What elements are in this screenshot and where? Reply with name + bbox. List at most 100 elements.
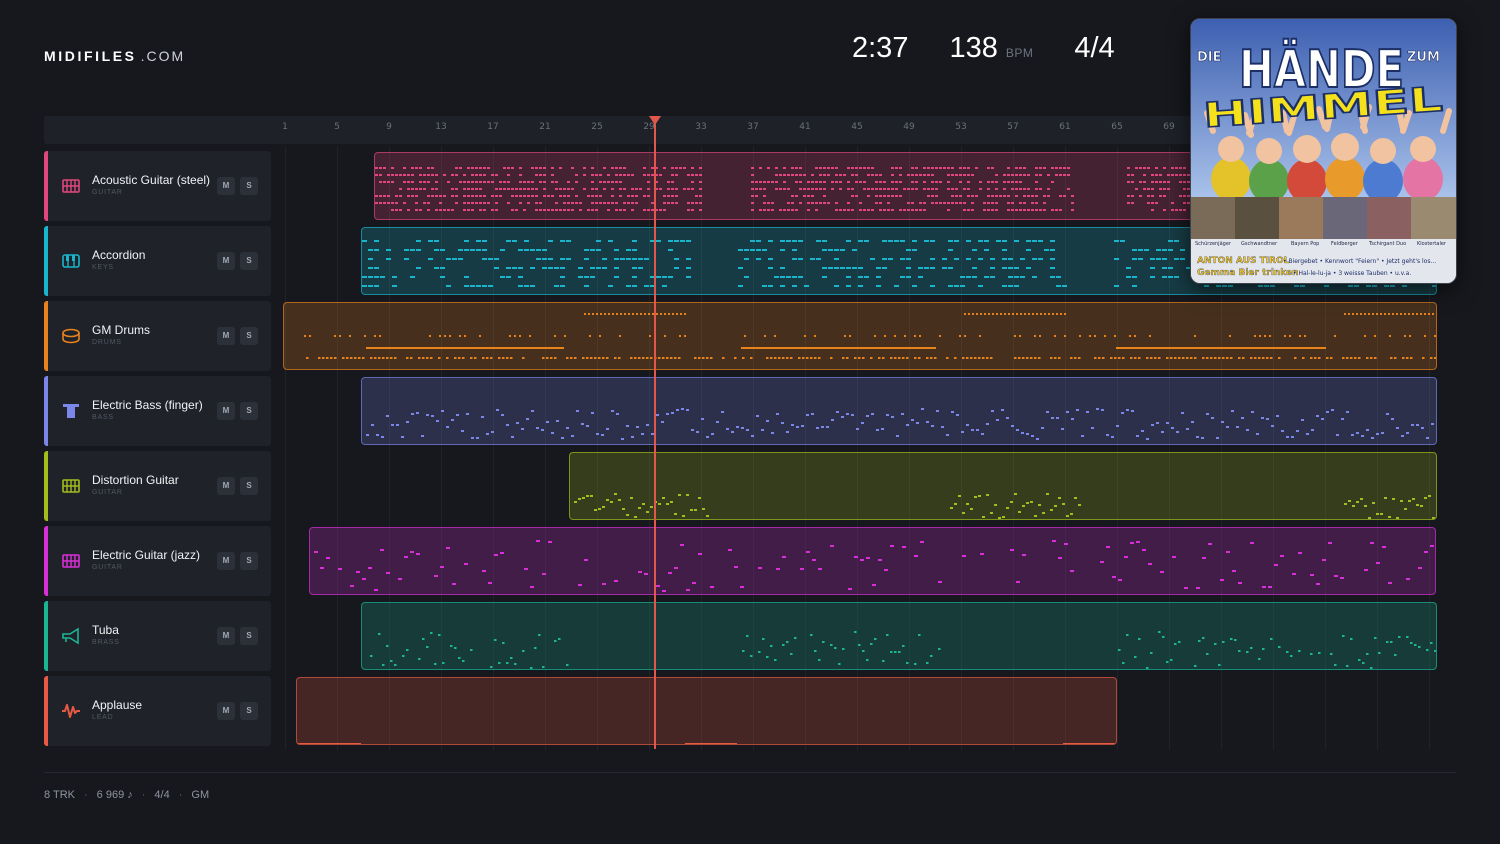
ruler-tick: 33 [695, 122, 707, 132]
mute-button[interactable]: M [217, 402, 235, 420]
midi-notes [366, 408, 1434, 440]
track-header[interactable]: GM Drums DRUMS M S [44, 301, 271, 371]
track-color-bar [44, 451, 48, 521]
grid-line [285, 146, 286, 750]
track-header[interactable]: Distortion Guitar GUITAR M S [44, 451, 271, 521]
status-bar: 8 TRK · 6 969 ♪ · 4/4 · GM [44, 789, 209, 801]
track-color-bar [44, 526, 48, 596]
ruler-tick: 49 [903, 122, 915, 132]
footer-signature: 4/4 [154, 789, 170, 801]
footer-divider [44, 772, 1456, 773]
cover-tagline-rest-1: • Biergebet • Kennwort "Feiern" • Jetzt … [1283, 258, 1436, 265]
track-color-bar [44, 301, 48, 371]
ruler-tick: 1 [282, 122, 288, 132]
bpm-value: 138 [949, 32, 998, 64]
mute-button[interactable]: M [217, 702, 235, 720]
tempo-display: 138 BPM [949, 32, 1033, 65]
ruler-tick: 25 [591, 122, 603, 132]
track-header[interactable]: Acoustic Guitar (steel) GUITAR M S [44, 151, 271, 221]
artist-name: Schürzenjäger [1195, 241, 1232, 247]
note-count: 6 969 ♪ [96, 789, 133, 801]
artist-name: Klostertaler [1417, 241, 1447, 247]
keys-icon [61, 251, 81, 271]
midi-standard: GM [191, 789, 210, 801]
brand-logo: MIDIFILES .COM [44, 48, 185, 64]
guitar-icon [61, 176, 81, 196]
track-header[interactable]: Tuba BRASS M S [44, 601, 271, 671]
ruler-tick: 9 [386, 122, 392, 132]
transport-display: 2:37 138 BPM 4/4 [852, 32, 1115, 65]
mute-button[interactable]: M [217, 177, 235, 195]
playhead[interactable] [654, 116, 656, 749]
ruler-tick: 61 [1059, 122, 1071, 132]
track-color-bar [44, 226, 48, 296]
track-header[interactable]: Electric Bass (finger) BASS M S [44, 376, 271, 446]
track-name: Acoustic Guitar (steel) [92, 173, 211, 187]
midi-notes [297, 743, 1115, 744]
guitar-icon [61, 476, 81, 496]
bass-icon [61, 401, 81, 421]
guitar-icon [61, 551, 81, 571]
brass-icon [61, 626, 81, 646]
track-header[interactable]: Electric Guitar (jazz) GUITAR M S [44, 526, 271, 596]
track-category: GUITAR [92, 189, 123, 196]
track-name: Tuba [92, 623, 119, 637]
artist-name: Feldberger [1331, 241, 1359, 247]
solo-button[interactable]: S [240, 327, 258, 345]
track-category: LEAD [92, 714, 114, 721]
track-color-bar [44, 376, 48, 446]
track-clip[interactable] [361, 377, 1437, 445]
track-color-bar [44, 151, 48, 221]
track-clip[interactable] [283, 302, 1437, 370]
track-header[interactable]: Applause LEAD M S [44, 676, 271, 746]
wave-icon [61, 701, 81, 721]
mute-button[interactable]: M [217, 627, 235, 645]
midi-notes [304, 313, 1436, 359]
solo-button[interactable]: S [240, 627, 258, 645]
track-category: KEYS [92, 264, 114, 271]
ruler-tick: 41 [799, 122, 811, 132]
cover-title-zum: ZUM [1407, 50, 1440, 65]
track-category: GUITAR [92, 564, 123, 571]
track-color-bar [44, 601, 48, 671]
midi-notes [370, 631, 1436, 669]
ruler-tick: 37 [747, 122, 759, 132]
drum-icon [61, 326, 81, 346]
solo-button[interactable]: S [240, 702, 258, 720]
artist-photos [1191, 197, 1456, 239]
track-name: Electric Bass (finger) [92, 398, 203, 412]
grid-line [337, 146, 338, 750]
time-signature: 4/4 [1074, 32, 1115, 64]
cover-tagline-rest-2: • Hal-le-lu-ja • 3 weisse Tauben • u.v.a… [1293, 270, 1411, 277]
ruler-tick: 17 [487, 122, 499, 132]
cover-tagline-lead-1: ANTON AUS TIROL [1197, 256, 1290, 266]
artist-name: Tschirgant Duo [1368, 241, 1406, 247]
mute-button[interactable]: M [217, 327, 235, 345]
mute-button[interactable]: M [217, 552, 235, 570]
solo-button[interactable]: S [240, 252, 258, 270]
track-clip[interactable] [296, 677, 1117, 745]
solo-button[interactable]: S [240, 177, 258, 195]
bpm-unit: BPM [1005, 46, 1034, 60]
ruler-tick: 53 [955, 122, 967, 132]
solo-button[interactable]: S [240, 552, 258, 570]
track-category: DRUMS [92, 339, 122, 346]
midi-notes [574, 493, 1435, 519]
track-name: GM Drums [92, 323, 150, 337]
track-clip[interactable] [309, 527, 1436, 595]
solo-button[interactable]: S [240, 402, 258, 420]
cover-tagline-lead-2: Gemma Bier trinken [1197, 268, 1299, 278]
ruler-tick: 5 [334, 122, 340, 132]
track-header[interactable]: Accordion KEYS M S [44, 226, 271, 296]
separator: · [141, 789, 146, 801]
track-color-bar [44, 676, 48, 746]
mute-button[interactable]: M [217, 477, 235, 495]
track-name: Accordion [92, 248, 146, 262]
solo-button[interactable]: S [240, 477, 258, 495]
ruler-tick: 69 [1163, 122, 1175, 132]
track-clip[interactable] [361, 602, 1437, 670]
mute-button[interactable]: M [217, 252, 235, 270]
ruler-tick: 65 [1111, 122, 1123, 132]
track-clip[interactable] [569, 452, 1437, 520]
playhead-handle[interactable] [649, 116, 661, 125]
